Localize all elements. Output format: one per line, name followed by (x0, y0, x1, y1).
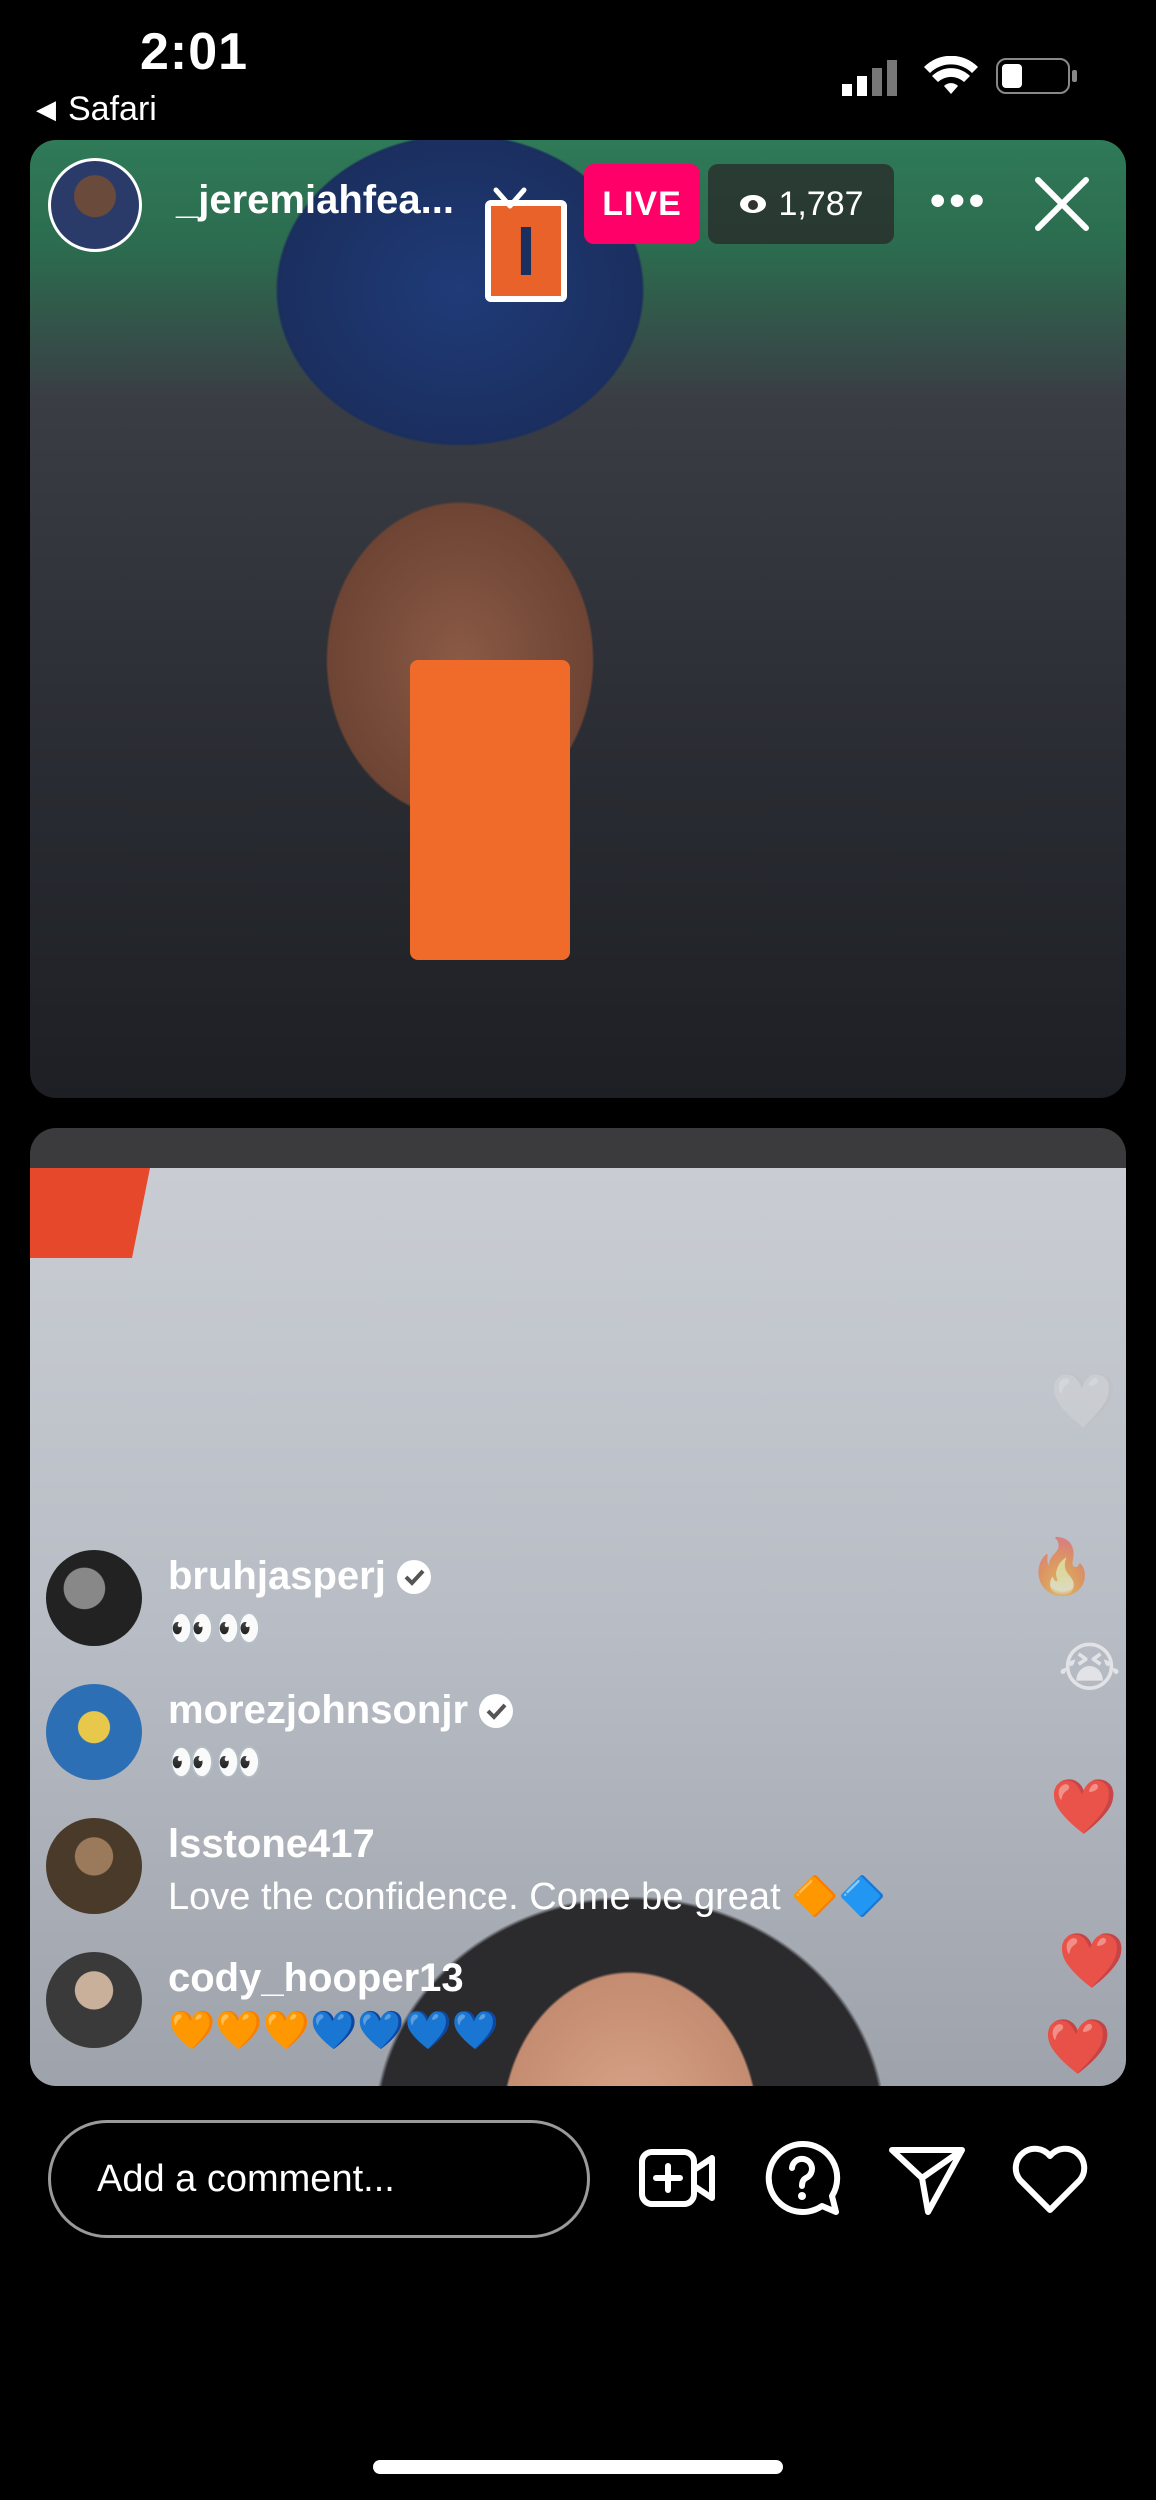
comment-item: morezjohnsonjr 👀👀 (46, 1684, 514, 1785)
heart-reaction-icon: 🤍 (1050, 1371, 1118, 1431)
video-subject-shirt (410, 660, 570, 960)
comment-item: lsstone417 Love the confidence. Come be … (46, 1818, 886, 1919)
viewer-count[interactable]: 1,787 (708, 164, 894, 244)
host-avatar[interactable] (48, 158, 142, 252)
comment-text: 🧡🧡🧡💙💙💙💙 (168, 2010, 500, 2052)
signal-icon (842, 60, 902, 101)
chevron-down-icon[interactable] (490, 178, 530, 227)
crying-reaction-icon: 😭 (1058, 1638, 1122, 1698)
verified-icon (396, 1559, 431, 1594)
avatar[interactable] (46, 1684, 142, 1780)
battery-icon (996, 58, 1080, 99)
comment-username[interactable]: bruhjasperj (168, 1554, 386, 1599)
back-app-label: Safari (68, 90, 157, 128)
status-time: 2:01 (140, 23, 249, 81)
comment-input[interactable] (48, 2120, 590, 2238)
comment-username[interactable]: lsstone417 (168, 1822, 375, 1867)
comment-text: 👀👀 (168, 1742, 263, 1784)
comment-username[interactable]: cody_hooper13 (168, 1956, 464, 2001)
avatar[interactable] (46, 1952, 142, 2048)
question-icon[interactable] (760, 2136, 844, 2220)
comment-text: 👀👀 (168, 1608, 263, 1650)
heart-reaction-icon: ❤️ (1058, 1931, 1126, 1991)
avatar[interactable] (46, 1818, 142, 1914)
comment-text: Love the confidence. Come be great 🔶🔷 (168, 1876, 886, 1918)
viewer-count-value: 1,787 (778, 184, 864, 223)
host-username[interactable]: _jeremiahfea... (176, 178, 454, 223)
comment-username[interactable]: morezjohnsonjr (168, 1688, 468, 1733)
close-icon[interactable] (1030, 172, 1094, 236)
verified-icon (479, 1693, 514, 1728)
fire-reaction-icon: 🔥 (1028, 1537, 1096, 1597)
eye-icon (738, 185, 768, 224)
add-video-icon[interactable] (636, 2136, 720, 2220)
back-arrow-icon: ◀ (36, 94, 56, 124)
send-icon[interactable] (884, 2136, 968, 2220)
live-badge: LIVE (584, 164, 700, 244)
home-indicator[interactable] (373, 2460, 783, 2474)
heart-reaction-icon: ❤️ (1044, 2017, 1112, 2077)
more-icon[interactable]: ••• (930, 176, 988, 226)
host-video[interactable]: I (30, 140, 1126, 1098)
wifi-icon (924, 55, 978, 101)
comment-item: cody_hooper13 🧡🧡🧡💙💙💙💙 (46, 1952, 499, 2053)
wall-stripe (30, 1168, 150, 1258)
heart-icon[interactable] (1008, 2136, 1092, 2220)
comment-item: bruhjasperj 👀👀 (46, 1550, 432, 1651)
avatar[interactable] (46, 1550, 142, 1646)
heart-reaction-icon: ❤️ (1050, 1777, 1118, 1837)
back-to-safari[interactable]: ◀ Safari (36, 90, 157, 129)
